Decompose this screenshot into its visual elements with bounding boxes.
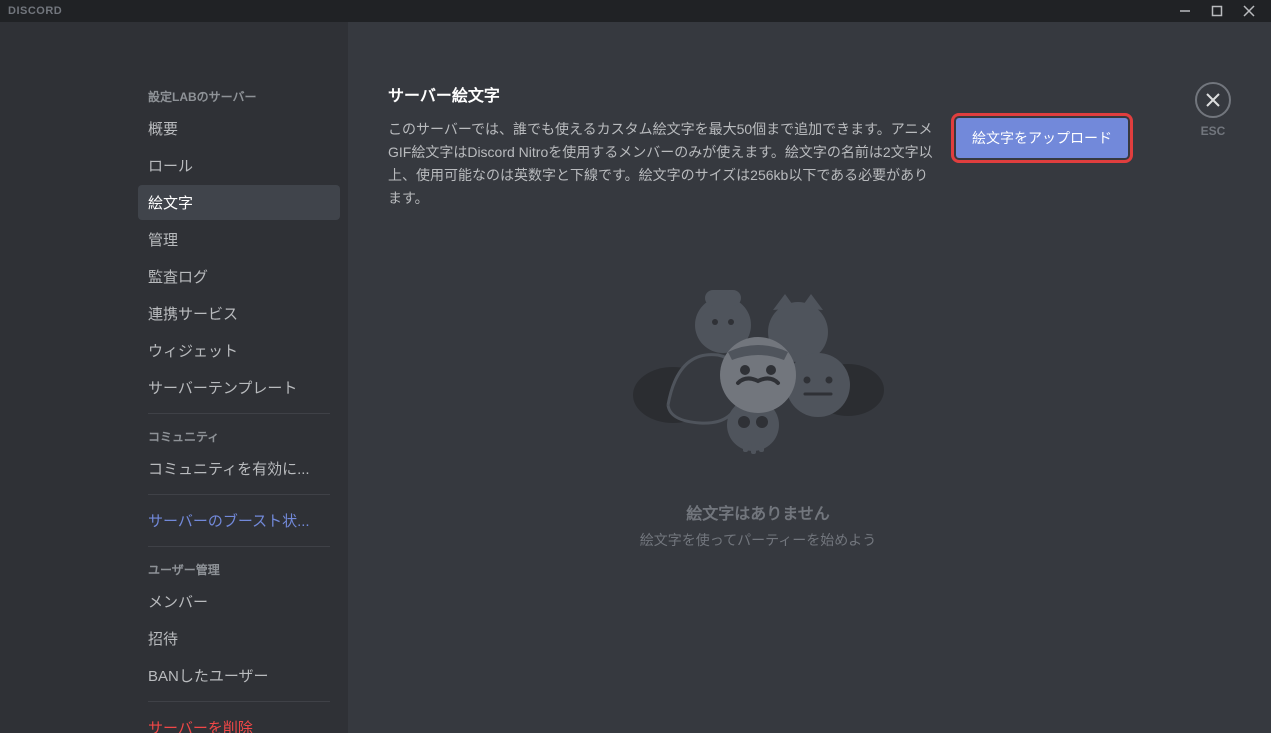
sidebar-item-roles[interactable]: ロール <box>138 148 340 183</box>
sidebar-item-template[interactable]: サーバーテンプレート <box>138 370 340 405</box>
sidebar-item-members[interactable]: メンバー <box>138 584 340 619</box>
content-area: サーバー絵文字 このサーバーでは、誰でも使えるカスタム絵文字を最大50個まで追加… <box>348 22 1271 733</box>
close-settings-button[interactable]: ESC <box>1195 82 1231 138</box>
sidebar-divider <box>148 494 330 495</box>
sidebar-item-community-enable[interactable]: コミュニティを有効に... <box>138 451 340 486</box>
app-name: DISCORD <box>8 5 62 17</box>
sidebar-item-overview[interactable]: 概要 <box>138 111 340 146</box>
sidebar-item-widget[interactable]: ウィジェット <box>138 333 340 368</box>
window-controls <box>1171 0 1263 22</box>
maximize-button[interactable] <box>1203 0 1231 22</box>
sidebar-divider <box>148 413 330 414</box>
upload-emoji-button[interactable]: 絵文字をアップロード <box>956 118 1128 158</box>
page-title: サーバー絵文字 <box>388 82 1128 106</box>
sidebar-divider <box>148 701 330 702</box>
sidebar-item-integrations[interactable]: 連携サービス <box>138 296 340 331</box>
sidebar-item-delete-server[interactable]: サーバーを削除 <box>138 710 340 733</box>
settings-sidebar: 設定LABのサーバー 概要 ロール 絵文字 管理 監査ログ 連携サービス ウィジ… <box>0 22 348 733</box>
close-window-button[interactable] <box>1235 0 1263 22</box>
page-description: このサーバーでは、誰でも使えるカスタム絵文字を最大50個まで追加できます。アニメ… <box>388 118 936 210</box>
sidebar-item-bans[interactable]: BANしたユーザー <box>138 658 340 693</box>
sidebar-item-moderation[interactable]: 管理 <box>138 222 340 257</box>
sidebar-item-invites[interactable]: 招待 <box>138 621 340 656</box>
empty-subtitle: 絵文字を使ってパーティーを始めよう <box>640 530 876 550</box>
sidebar-divider <box>148 546 330 547</box>
empty-state: 絵文字はありません 絵文字を使ってパーティーを始めよう <box>388 270 1128 550</box>
empty-title: 絵文字はありません <box>686 500 830 524</box>
sidebar-item-boost[interactable]: サーバーのブースト状... <box>138 503 340 538</box>
sidebar-item-emoji[interactable]: 絵文字 <box>138 185 340 220</box>
titlebar: DISCORD <box>0 0 1271 22</box>
empty-emoji-illustration <box>623 270 893 470</box>
sidebar-item-audit-log[interactable]: 監査ログ <box>138 259 340 294</box>
sidebar-header-user-mgmt: ユーザー管理 <box>138 555 340 584</box>
minimize-button[interactable] <box>1171 0 1199 22</box>
sidebar-header-server: 設定LABのサーバー <box>138 82 340 111</box>
close-label: ESC <box>1201 124 1226 138</box>
close-icon <box>1195 82 1231 118</box>
sidebar-header-community: コミュニティ <box>138 422 340 451</box>
